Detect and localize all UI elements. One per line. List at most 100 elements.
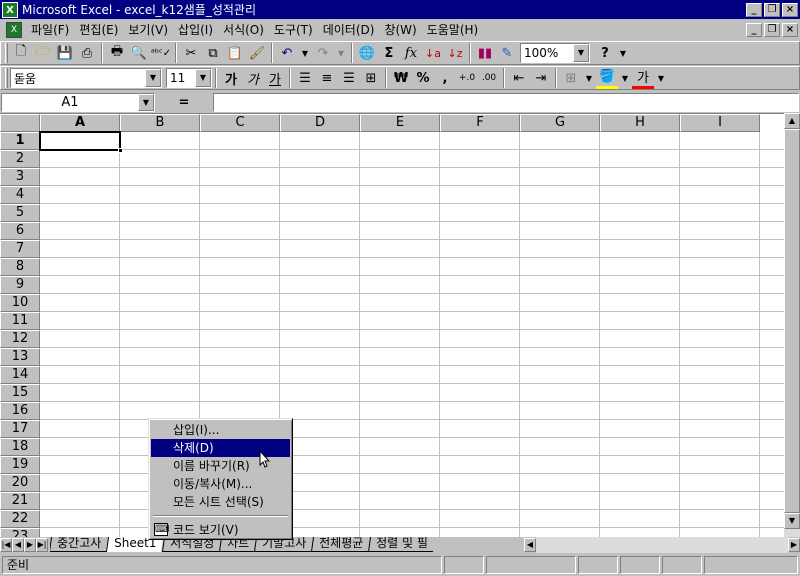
menu-item-insert[interactable]: 삽입(I)... [151,421,290,439]
workbook-minimize-button[interactable]: _ [746,22,762,37]
workbook-restore-button[interactable]: ❐ [764,22,780,37]
decrease-decimal-icon[interactable]: .00 [478,67,500,89]
vertical-scroll-thumb[interactable] [784,129,800,513]
redo-dropdown-icon[interactable]: ▼ [334,42,348,64]
save-icon[interactable]: 💾 [54,42,76,64]
spelling-icon[interactable]: ᵃᵇᶜ✓ [150,42,172,64]
row-header[interactable]: 14 [0,366,40,384]
italic-button[interactable]: 가 [242,67,264,89]
row-header[interactable]: 6 [0,222,40,240]
help-icon[interactable]: ? [594,42,616,64]
menu-view[interactable]: 보기(V) [123,21,173,38]
row-header[interactable]: 18 [0,438,40,456]
open-folder-icon[interactable]: 🗁 [32,42,54,64]
name-box[interactable]: A1 ▼ [1,92,155,112]
sheet-tab[interactable]: 중간고사 [50,537,109,552]
menu-insert[interactable]: 삽입(I) [173,21,218,38]
row-header[interactable]: 4 [0,186,40,204]
horizontal-scrollbar[interactable]: ◀ ▶ [524,537,800,553]
column-header[interactable]: G [520,114,600,132]
column-header[interactable]: A [40,114,120,132]
column-header[interactable]: E [360,114,440,132]
permission-icon[interactable]: ⎙ [76,42,98,64]
align-center-icon[interactable]: ≡ [316,67,338,89]
currency-button[interactable]: ₩ [390,67,412,89]
menu-tools[interactable]: 도구(T) [269,21,318,38]
new-file-icon[interactable]: 🗋 [10,42,32,64]
row-header[interactable]: 20 [0,474,40,492]
chevron-down-icon[interactable]: ▼ [138,93,154,111]
comma-button[interactable]: , [434,67,456,89]
row-header[interactable]: 21 [0,492,40,510]
toolbar-grip[interactable] [5,68,8,88]
menu-data[interactable]: 데이터(D) [318,21,380,38]
prev-sheet-icon[interactable]: ◀ [12,538,24,552]
row-header[interactable]: 16 [0,402,40,420]
sheet-tab[interactable]: 전체평균 [310,537,371,552]
increase-indent-icon[interactable]: ⇥ [530,67,552,89]
sheet-tab[interactable]: 정렬 및 필 [368,537,435,552]
column-header[interactable]: I [680,114,760,132]
restore-button[interactable]: ❐ [764,2,780,17]
row-header[interactable]: 19 [0,456,40,474]
function-icon[interactable]: fx [400,42,422,64]
first-sheet-icon[interactable]: |◀ [0,538,12,552]
chevron-down-icon[interactable]: ▼ [573,44,589,62]
chart-wizard-icon[interactable]: ▮▮ [474,42,496,64]
column-header[interactable]: C [200,114,280,132]
row-header[interactable]: 23 [0,528,40,537]
last-sheet-icon[interactable]: ▶| [36,538,48,552]
row-header[interactable]: 2 [0,150,40,168]
row-header[interactable]: 3 [0,168,40,186]
help-dropdown-icon[interactable]: ▼ [616,42,630,64]
row-header[interactable]: 15 [0,384,40,402]
row-header[interactable]: 8 [0,258,40,276]
active-cell[interactable] [39,131,123,153]
row-header[interactable]: 22 [0,510,40,528]
row-header[interactable]: 5 [0,204,40,222]
menu-file[interactable]: 파일(F) [26,21,74,38]
next-sheet-icon[interactable]: ▶ [24,538,36,552]
menu-edit[interactable]: 편집(E) [74,21,123,38]
row-header[interactable]: 17 [0,420,40,438]
undo-dropdown-icon[interactable]: ▼ [298,42,312,64]
column-header[interactable]: F [440,114,520,132]
chevron-down-icon[interactable]: ▼ [145,69,161,87]
font-size-select[interactable]: 11 ▼ [166,68,212,88]
underline-button[interactable]: 가 [264,67,286,89]
row-header[interactable]: 1 [0,132,40,150]
menu-help[interactable]: 도움말(H) [422,21,484,38]
borders-icon[interactable]: ⊞ [560,67,582,89]
menu-window[interactable]: 창(W) [379,21,421,38]
font-name-select[interactable]: 돋움 ▼ [10,68,162,88]
fill-handle[interactable] [118,148,123,153]
edit-formula-button[interactable]: = [155,95,213,110]
percent-button[interactable]: % [412,67,434,89]
close-button[interactable]: × [782,2,798,17]
drawing-icon[interactable]: ✎ [496,42,518,64]
menu-item-select-all-sheets[interactable]: 모든 시트 선택(S) [151,493,290,511]
menu-item-view-code[interactable]: ⌨ 코드 보기(V) [151,521,290,539]
decrease-indent-icon[interactable]: ⇤ [508,67,530,89]
row-header[interactable]: 13 [0,348,40,366]
minimize-button[interactable]: _ [746,2,762,17]
copy-icon[interactable]: ⧉ [202,42,224,64]
row-header[interactable]: 12 [0,330,40,348]
increase-decimal-icon[interactable]: +.0 [456,67,478,89]
row-header[interactable]: 9 [0,276,40,294]
fill-color-dropdown-icon[interactable]: ▼ [618,67,632,89]
chevron-down-icon[interactable]: ▼ [195,69,211,87]
borders-dropdown-icon[interactable]: ▼ [582,67,596,89]
font-color-dropdown-icon[interactable]: ▼ [654,67,668,89]
row-header[interactable]: 10 [0,294,40,312]
undo-icon[interactable]: ↶ [276,42,298,64]
scroll-left-icon[interactable]: ◀ [524,538,536,552]
bold-button[interactable]: 가 [220,67,242,89]
font-color-button[interactable]: 가 [632,67,654,89]
toolbar-grip[interactable] [5,43,8,63]
align-left-icon[interactable]: ☰ [294,67,316,89]
column-header[interactable]: H [600,114,680,132]
align-right-icon[interactable]: ☰ [338,67,360,89]
select-all-button[interactable] [0,114,40,132]
menu-format[interactable]: 서식(O) [218,21,269,38]
